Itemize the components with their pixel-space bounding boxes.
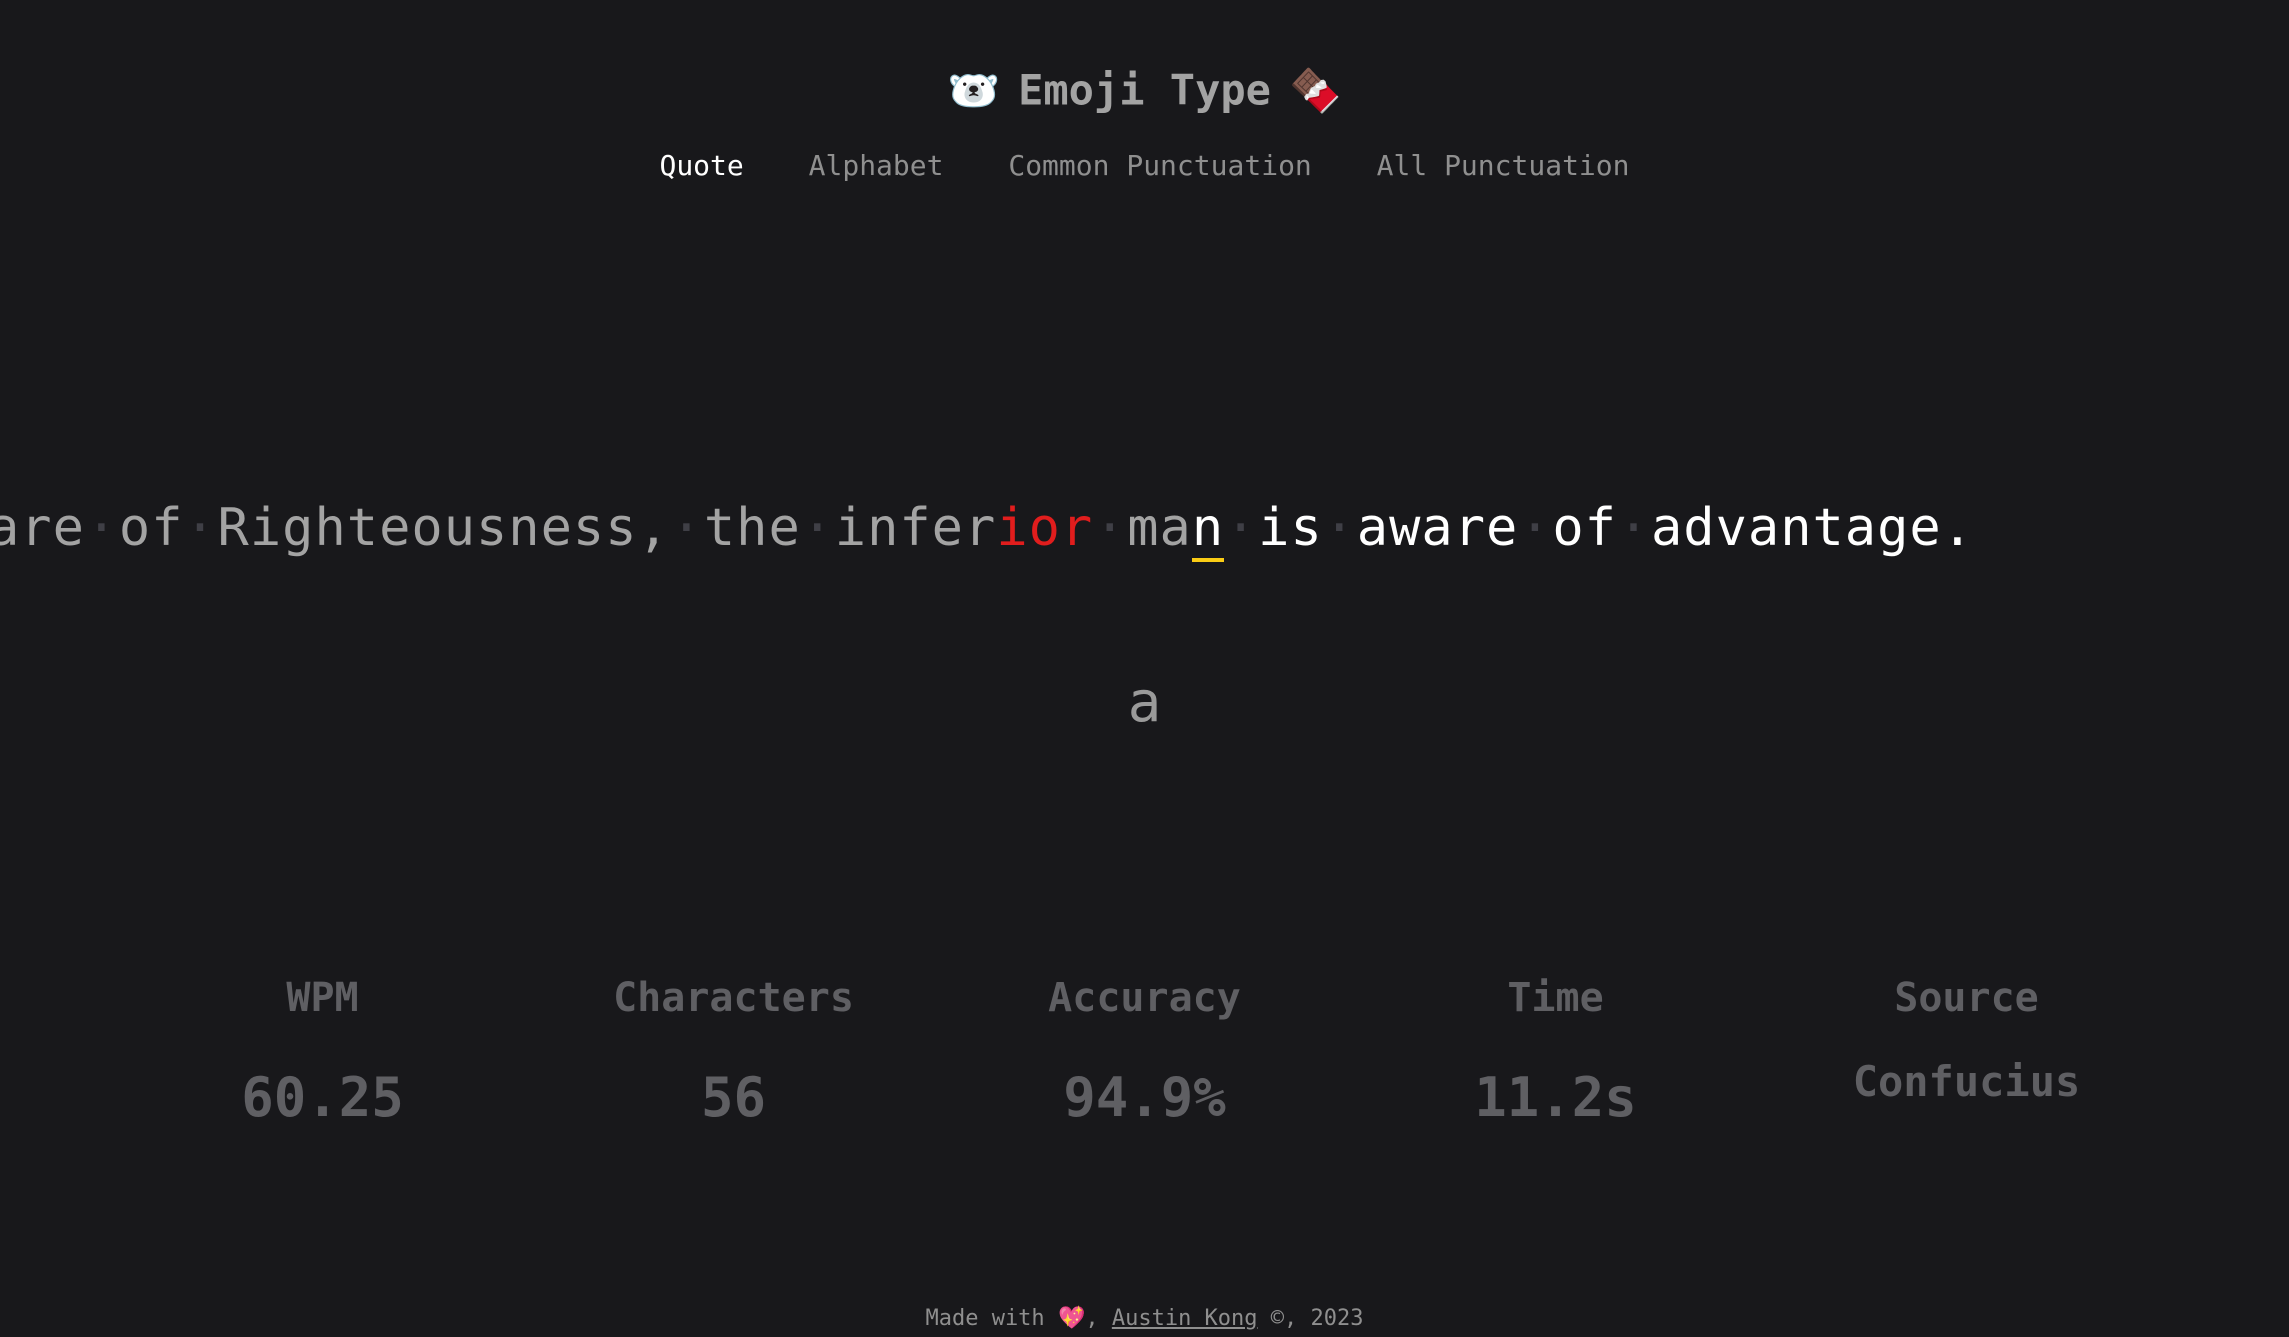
tab-alphabet[interactable]: Alphabet xyxy=(809,144,944,188)
tab-quote[interactable]: Quote xyxy=(659,144,743,188)
space-dot xyxy=(1617,490,1651,566)
stats-panel: WPM 60.25 Characters 56 Accuracy 94.9% T… xyxy=(117,970,2172,1130)
stat-label: Characters xyxy=(613,975,854,1021)
typed-word: the xyxy=(703,498,801,558)
stat-label: Accuracy xyxy=(1048,975,1241,1021)
typed-partial-word: ma xyxy=(1127,498,1192,558)
mode-nav: Quote Alphabet Common Punctuation All Pu… xyxy=(0,144,2289,188)
app-brand: 🐻‍❄️ Emoji Type 🍫 xyxy=(0,58,2289,121)
stat-value: 94.9% xyxy=(1063,1066,1226,1129)
footer-prefix: Made with xyxy=(925,1306,1045,1331)
stat-source: Source Confucius xyxy=(1761,970,2172,1130)
space-dot xyxy=(801,490,835,566)
space-dot xyxy=(1323,490,1357,566)
space-dot xyxy=(85,490,119,566)
stat-label: Source xyxy=(1894,975,2039,1021)
untyped-word: advantage. xyxy=(1650,498,1975,558)
stat-time: Time 11.2s xyxy=(1350,970,1761,1130)
stat-characters: Characters 56 xyxy=(528,970,939,1130)
typed-word: of xyxy=(118,498,184,558)
untyped-word: of xyxy=(1552,498,1617,558)
heart-icon: 💖 xyxy=(1057,1306,1086,1331)
polar-bear-icon: 🐻‍❄️ xyxy=(947,65,1001,115)
stat-value: 56 xyxy=(700,1066,767,1129)
stat-value: 60.25 xyxy=(241,1066,404,1129)
typed-correct-chars: infer xyxy=(834,498,997,558)
app-title: Emoji Type xyxy=(1018,65,1271,115)
footer: Made with 💖, Austin Kong ©, 2023 xyxy=(0,1306,2289,1331)
author-link[interactable]: Austin Kong xyxy=(1112,1306,1258,1331)
untyped-word: is xyxy=(1258,498,1323,558)
space-dot xyxy=(1518,490,1552,566)
typing-quote[interactable]: areofRighteousness,theinferiormanisaware… xyxy=(0,490,1974,566)
stat-label: WPM xyxy=(286,975,359,1021)
untyped-word: aware xyxy=(1356,498,1519,558)
footer-separator: , xyxy=(1085,1306,1099,1331)
stat-label: Time xyxy=(1507,975,1604,1021)
cursor-character: n xyxy=(1191,498,1225,562)
typed-word: are xyxy=(0,498,85,558)
typed-error-chars: ior xyxy=(996,498,1094,558)
space-dot xyxy=(1224,490,1258,566)
stat-wpm: WPM 60.25 xyxy=(117,970,528,1130)
tab-common-punctuation[interactable]: Common Punctuation xyxy=(1008,144,1311,188)
tab-all-punctuation[interactable]: All Punctuation xyxy=(1377,144,1630,188)
space-dot xyxy=(670,490,704,566)
stat-value: Confucius xyxy=(1852,1057,2081,1106)
stat-value: 11.2s xyxy=(1474,1066,1637,1129)
space-dot xyxy=(184,490,218,566)
space-dot xyxy=(1093,490,1127,566)
stat-accuracy: Accuracy 94.9% xyxy=(939,970,1350,1130)
footer-copyright: ©, 2023 xyxy=(1270,1306,1364,1331)
next-key-hint: a xyxy=(1127,670,1162,735)
chocolate-bar-icon: 🍫 xyxy=(1288,65,1342,115)
typed-word: Righteousness, xyxy=(217,498,670,558)
app-root: 🐻‍❄️ Emoji Type 🍫 Quote Alphabet Common Pu… xyxy=(0,0,2289,1337)
